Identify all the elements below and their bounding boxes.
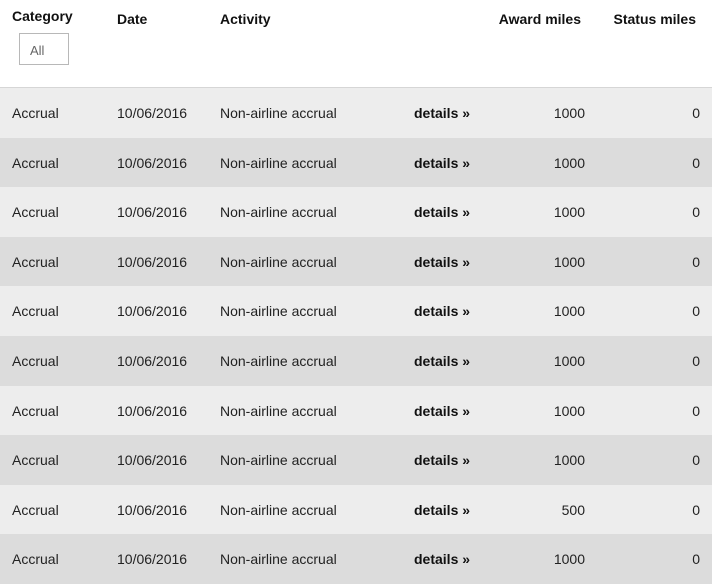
cell-category: Accrual [12,352,59,369]
cell-category: Accrual [12,402,59,419]
details-link[interactable]: details » [414,204,470,220]
cell-date: 10/06/2016 [117,352,188,369]
table-row: Accrual 10/06/2016 Non-airline accrual d… [0,335,712,386]
cell-status-miles: 0 [692,551,700,568]
details-link[interactable]: details » [414,105,470,121]
cell-activity: Non-airline accrual [220,105,337,121]
cell-award-miles: 1000 [553,551,585,568]
cell-activity: Non-airline accrual [220,204,337,221]
cell-category: Accrual [12,154,59,171]
cell-activity: Non-airline accrual [220,303,337,320]
table-row: Accrual 10/06/2016 Non-airline accrual d… [0,435,712,485]
cell-award-miles: 1000 [553,402,585,419]
column-header-category: Category [12,8,73,24]
cell-date: 10/06/2016 [117,154,188,171]
table-row: Accrual 10/06/2016 Non-airline accrual d… [0,484,712,535]
cell-category: Accrual [12,452,59,469]
activity-table-body: Accrual 10/06/2016 Non-airline accrual d… [0,88,712,584]
cell-date: 10/06/2016 [117,452,188,469]
cell-category: Accrual [12,253,59,270]
cell-activity: Non-airline accrual [220,501,337,518]
cell-activity: Non-airline accrual [220,452,337,469]
cell-award-miles: 1000 [553,253,585,270]
cell-date: 10/06/2016 [117,551,188,568]
cell-date: 10/06/2016 [117,501,188,518]
cell-status-miles: 0 [692,501,700,518]
details-link[interactable]: details » [414,452,470,468]
details-link[interactable]: details » [414,403,470,419]
cell-status-miles: 0 [692,253,700,270]
cell-date: 10/06/2016 [117,204,188,221]
cell-category: Accrual [12,551,59,568]
cell-status-miles: 0 [692,204,700,221]
column-header-award-miles: Award miles [498,11,581,27]
details-link[interactable]: details » [414,551,470,567]
table-row: Accrual 10/06/2016 Non-airline accrual d… [0,534,712,584]
cell-award-miles: 1000 [553,452,585,469]
table-header: Category All Date Activity Award miles S… [0,0,712,88]
cell-activity: Non-airline accrual [220,402,337,419]
cell-award-miles: 1000 [553,204,585,221]
table-row: Accrual 10/06/2016 Non-airline accrual d… [0,236,712,287]
cell-activity: Non-airline accrual [220,551,337,568]
table-row: Accrual 10/06/2016 Non-airline accrual d… [0,385,712,436]
column-header-date: Date [117,11,148,27]
cell-date: 10/06/2016 [117,303,188,320]
cell-status-miles: 0 [692,303,700,320]
cell-status-miles: 0 [692,105,700,121]
details-link[interactable]: details » [414,254,470,270]
cell-category: Accrual [12,204,59,221]
cell-activity: Non-airline accrual [220,352,337,369]
table-row: Accrual 10/06/2016 Non-airline accrual d… [0,286,712,336]
column-header-status-miles: Status miles [613,11,696,27]
cell-category: Accrual [12,303,59,320]
table-row: Accrual 10/06/2016 Non-airline accrual d… [0,88,712,138]
cell-date: 10/06/2016 [117,402,188,419]
cell-date: 10/06/2016 [117,253,188,270]
cell-award-miles: 1000 [553,352,585,369]
cell-category: Accrual [12,501,59,518]
cell-category: Accrual [12,105,59,121]
table-row: Accrual 10/06/2016 Non-airline accrual d… [0,187,712,237]
column-header-activity: Activity [220,11,271,27]
cell-status-miles: 0 [692,402,700,419]
cell-award-miles: 1000 [553,154,585,171]
details-link[interactable]: details » [414,353,470,369]
category-filter-select[interactable]: All [19,33,69,65]
details-link[interactable]: details » [414,502,470,518]
table-row: Accrual 10/06/2016 Non-airline accrual d… [0,137,712,188]
cell-status-miles: 0 [692,352,700,369]
details-link[interactable]: details » [414,155,470,171]
cell-award-miles: 500 [561,501,585,518]
cell-status-miles: 0 [692,154,700,171]
cell-status-miles: 0 [692,452,700,469]
cell-date: 10/06/2016 [117,105,188,121]
cell-award-miles: 1000 [553,105,585,121]
cell-activity: Non-airline accrual [220,154,337,171]
cell-activity: Non-airline accrual [220,253,337,270]
cell-award-miles: 1000 [553,303,585,320]
details-link[interactable]: details » [414,303,470,319]
